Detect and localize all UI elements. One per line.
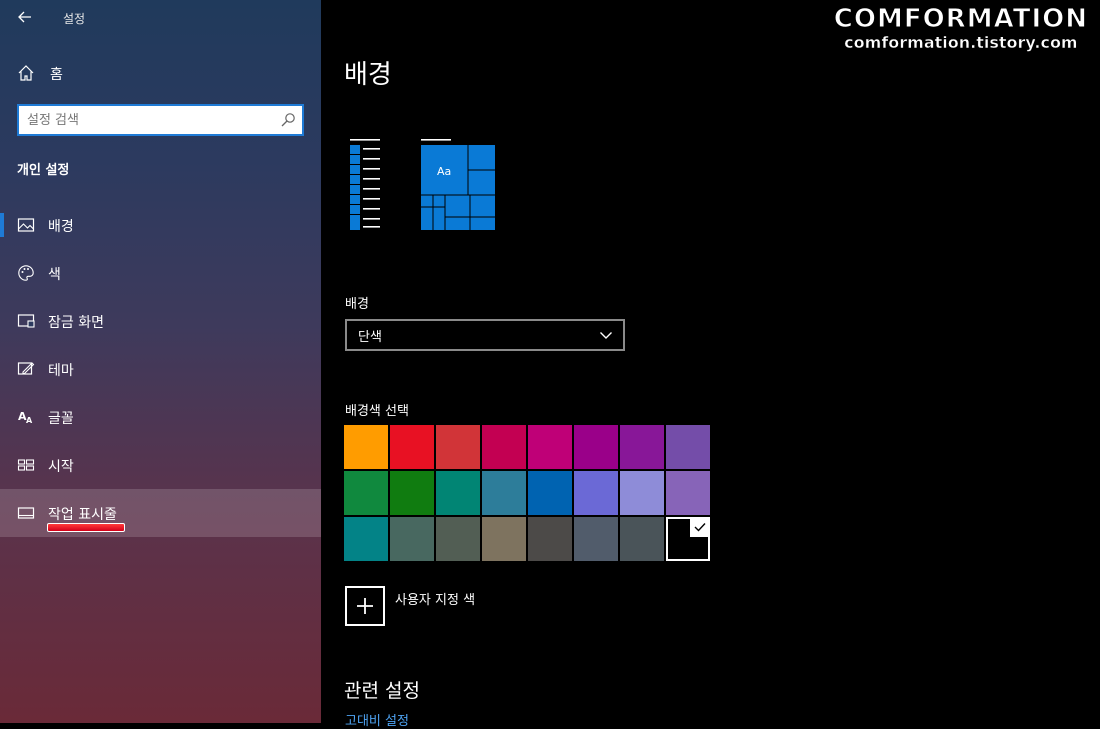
sidebar-item-label: 잠금 화면: [48, 315, 104, 331]
color-swatch[interactable]: [482, 471, 526, 515]
dropdown-value: 단색: [358, 329, 382, 345]
color-swatch[interactable]: [482, 517, 526, 561]
watermark: COMFORMATION comformation.tistory.com: [833, 4, 1088, 52]
picture-icon: [17, 218, 35, 232]
sidebar-item-colors[interactable]: 색: [0, 249, 321, 297]
sidebar-item-start[interactable]: 시작: [0, 441, 321, 489]
sidebar-item-background[interactable]: 배경: [0, 201, 321, 249]
sidebar-item-fonts[interactable]: A A 글꼴: [0, 393, 321, 441]
sidebar-item-label: 글꼴: [48, 411, 74, 427]
background-type-dropdown[interactable]: 단색: [345, 319, 625, 351]
related-settings-title: 관련 설정: [344, 680, 420, 702]
color-swatch[interactable]: [528, 471, 572, 515]
color-swatch[interactable]: [344, 471, 388, 515]
theme-icon: [17, 362, 35, 375]
color-swatch[interactable]: [620, 471, 664, 515]
color-swatch[interactable]: [344, 425, 388, 469]
sidebar: 설정 홈 개인 설정 배경 색: [0, 0, 321, 723]
app-title: 설정: [63, 12, 86, 26]
color-swatch[interactable]: [666, 517, 710, 561]
color-swatch[interactable]: [482, 425, 526, 469]
lock-screen-icon: [17, 314, 35, 328]
color-swatch[interactable]: [620, 425, 664, 469]
highlight-underline: [47, 523, 125, 532]
svg-text:A: A: [26, 416, 33, 425]
home-icon: [18, 65, 34, 81]
color-swatch[interactable]: [528, 517, 572, 561]
high-contrast-link[interactable]: 고대비 설정: [345, 710, 409, 729]
home-label: 홈: [50, 67, 63, 83]
home-nav-item[interactable]: 홈: [0, 58, 321, 90]
background-preview: Aa: [350, 137, 510, 237]
custom-color-button[interactable]: [345, 586, 385, 626]
sidebar-item-label: 색: [48, 267, 61, 283]
color-swatch[interactable]: [574, 425, 618, 469]
start-icon: [17, 459, 35, 471]
content-pane: COMFORMATION comformation.tistory.com 배경: [321, 0, 1100, 729]
watermark-subtitle: comformation.tistory.com: [844, 33, 1078, 52]
color-picker-label: 배경색 선택: [345, 404, 409, 419]
nav-list: 배경 색 잠금 화면 테마 A A 글꼴 시작 작업 표시줄: [0, 201, 321, 537]
search-box[interactable]: [17, 104, 304, 136]
sidebar-item-label: 시작: [48, 459, 74, 475]
search-icon[interactable]: [280, 112, 296, 128]
preview-illustration: Aa: [350, 139, 495, 230]
arrow-left-icon: [18, 11, 31, 23]
svg-text:Aa: Aa: [437, 165, 451, 178]
color-swatch[interactable]: [528, 425, 572, 469]
color-swatch[interactable]: [390, 425, 434, 469]
title-bar: 설정: [0, 0, 321, 36]
color-swatch[interactable]: [436, 425, 480, 469]
color-swatch-grid: [344, 425, 710, 561]
sidebar-item-label: 작업 표시줄: [48, 507, 117, 523]
custom-color-label[interactable]: 사용자 지정 색: [395, 589, 475, 608]
color-swatch[interactable]: [574, 471, 618, 515]
color-swatch[interactable]: [666, 471, 710, 515]
watermark-title: COMFORMATION: [833, 4, 1088, 35]
back-button[interactable]: [10, 4, 40, 30]
plus-icon: [357, 598, 373, 614]
color-swatch[interactable]: [666, 425, 710, 469]
color-swatch[interactable]: [390, 517, 434, 561]
page-title: 배경: [344, 60, 392, 90]
font-icon: A A: [18, 410, 33, 425]
taskbar-icon: [17, 507, 35, 519]
section-title: 개인 설정: [17, 163, 70, 178]
sidebar-item-themes[interactable]: 테마: [0, 345, 321, 393]
color-swatch[interactable]: [620, 517, 664, 561]
color-swatch[interactable]: [436, 517, 480, 561]
palette-icon: [18, 265, 34, 281]
color-swatch[interactable]: [344, 517, 388, 561]
sidebar-item-label: 배경: [48, 219, 74, 235]
color-swatch[interactable]: [574, 517, 618, 561]
search-input[interactable]: [27, 106, 277, 134]
background-type-label: 배경: [345, 297, 369, 312]
checkmark-icon: [690, 517, 710, 537]
sidebar-item-label: 테마: [48, 363, 74, 379]
chevron-down-icon: [600, 332, 612, 339]
color-swatch[interactable]: [436, 471, 480, 515]
color-swatch[interactable]: [390, 471, 434, 515]
sidebar-item-lock-screen[interactable]: 잠금 화면: [0, 297, 321, 345]
